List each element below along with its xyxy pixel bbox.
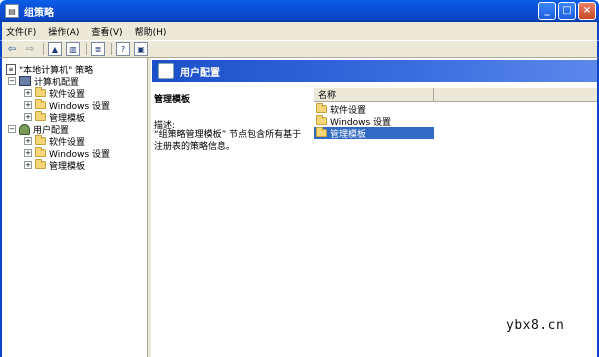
show-tree-icon[interactable]: ▥ [66,42,80,56]
menu-help[interactable]: 帮助(H) [135,25,167,38]
toolbar-separator [111,43,112,55]
expand-toggle[interactable]: + [24,113,32,121]
expand-toggle[interactable]: + [24,101,32,109]
list-item-selected[interactable]: 管理模板 [314,127,434,140]
toolbar: ⇦ ⇨ ▲ ▥ ≣ ? ▣ [0,40,599,58]
folder-icon [35,99,46,109]
pane-splitter[interactable] [147,58,151,357]
window-title: 组策略 [24,7,54,19]
expand-toggle[interactable]: + [24,89,32,97]
tree-item-computer-windows[interactable]: + Windows 设置 [24,99,110,112]
list-item-label: 管理模板 [330,129,367,140]
main-content: ≡ "本地计算机" 策略 − 计算机配置 + 软件设置 + Windows 设置… [0,58,599,357]
menu-bar: 文件(F) 操作(A) 查看(V) 帮助(H) [0,22,599,40]
properties-icon[interactable]: ? [116,42,130,56]
folder-icon [35,87,46,97]
policy-document-icon: ≡ [6,63,16,75]
group-policy-app-icon: ▤ [5,4,19,18]
help-icon[interactable]: ▣ [134,42,148,56]
folder-icon [35,147,46,157]
back-arrow-icon[interactable]: ⇦ [5,42,19,56]
export-list-icon[interactable]: ≣ [91,42,105,56]
policy-tree: ≡ "本地计算机" 策略 − 计算机配置 + 软件设置 + Windows 设置… [4,60,147,355]
tree-item-label: 管理模板 [49,161,86,172]
tree-item-user-config[interactable]: − 用户配置 [8,123,69,136]
menu-file[interactable]: 文件(F) [6,25,36,38]
tree-item-computer-software[interactable]: + 软件设置 [24,87,85,100]
forward-arrow-icon[interactable]: ⇨ [23,42,37,56]
expand-toggle[interactable]: + [24,161,32,169]
details-pane: 用户配置 管理模板 描述: “组策略管理模板” 节点包含所有基于注册表的策略信息… [152,60,597,355]
list-item[interactable]: Windows 设置 [314,115,434,128]
tree-item-user-admin[interactable]: + 管理模板 [24,159,86,172]
tree-item-user-windows[interactable]: + Windows 设置 [24,147,110,160]
description-text: “组策略管理模板” 节点包含所有基于注册表的策略信息。 [154,130,302,152]
menu-action[interactable]: 操作(A) [48,25,79,38]
expand-toggle[interactable]: + [24,149,32,157]
folder-icon [316,127,327,137]
user-icon [19,123,30,135]
tree-item-computer-admin[interactable]: + 管理模板 [24,111,85,124]
folder-icon [316,103,327,113]
folder-icon [35,111,46,121]
toolbar-separator [86,43,87,55]
expand-toggle[interactable]: + [24,137,32,145]
collapse-toggle[interactable]: − [8,125,16,133]
up-folder-icon[interactable]: ▲ [48,42,62,56]
list-header: 名称 [314,87,597,102]
header-title: 用户配置 [180,67,220,79]
list-item[interactable]: 软件设置 [314,103,434,116]
description-pane: 管理模板 描述: “组策略管理模板” 节点包含所有基于注册表的策略信息。 [152,82,310,355]
close-button[interactable]: × [578,2,596,20]
folder-icon [316,115,327,125]
header-band: 用户配置 [152,60,597,82]
title-bar[interactable]: ▤ 组策略 _ □ × [0,0,599,22]
folder-icon [35,135,46,145]
user-config-icon [158,63,174,79]
collapse-toggle[interactable]: − [8,77,16,85]
tree-item-computer-config[interactable]: − 计算机配置 [8,75,79,88]
toolbar-separator [43,43,44,55]
watermark-text: ybx8.cn [506,318,565,333]
column-header-name[interactable]: 名称 [314,87,434,102]
tree-root[interactable]: ≡ "本地计算机" 策略 [6,63,93,76]
computer-icon [19,76,31,86]
description-heading: 管理模板 [154,95,191,105]
item-list: 名称 软件设置 Windows 设置 管理模板 [314,87,597,355]
minimize-button[interactable]: _ [538,2,556,20]
tree-item-user-software[interactable]: + 软件设置 [24,135,85,148]
menu-view[interactable]: 查看(V) [91,25,122,38]
folder-icon [35,159,46,169]
maximize-button[interactable]: □ [558,2,576,20]
